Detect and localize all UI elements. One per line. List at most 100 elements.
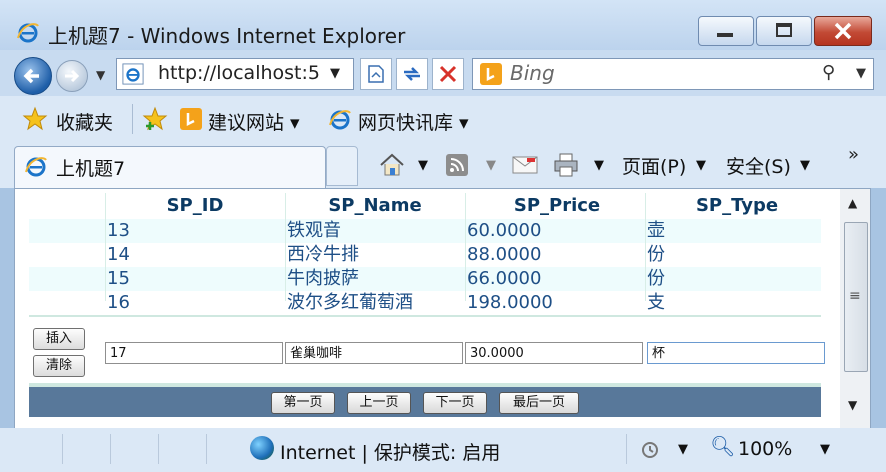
search-options-dropdown-icon[interactable]: ▼ [856,66,866,81]
refresh-button[interactable] [396,58,428,90]
stop-button[interactable] [432,58,464,90]
favorites-star-icon[interactable] [22,106,48,132]
safety-menu-dropdown-icon[interactable]: ▼ [800,158,810,173]
sp-name-input[interactable]: 雀巢咖啡 [285,342,463,364]
maximize-icon [776,23,792,37]
cell-sp-type: 份 [647,268,665,289]
cell-sp-price: 60.0000 [467,220,542,241]
column-header-sp-price: SP_Price [513,195,601,216]
protected-mode-dropdown-icon[interactable]: ▼ [678,442,688,457]
status-separator [110,434,111,464]
recent-pages-dropdown-icon[interactable]: ▼ [96,68,105,82]
column-header-sp-id: SP_ID [166,195,224,216]
clear-button[interactable]: 清除 [33,355,85,377]
sp-type-input[interactable]: 杯 [647,342,825,364]
sp-price-input[interactable]: 30.0000 [465,342,643,364]
page-content: SP_ID SP_Name SP_Price SP_Type 13 铁观音 60… [14,188,842,430]
scrollbar-grip-icon: ≡ [849,288,861,304]
column-divider [105,193,106,301]
internet-globe-icon [250,436,274,460]
protected-mode-icon[interactable] [640,438,664,462]
address-dropdown-icon[interactable]: ▼ [330,66,340,81]
web-slice-gallery-link[interactable]: 网页快讯库 ▾ [358,108,469,135]
column-divider [285,193,286,301]
cell-sp-id: 15 [107,268,130,289]
home-dropdown-icon[interactable]: ▼ [418,158,428,173]
zoom-level[interactable]: 100% [738,438,792,460]
suggested-sites-link[interactable]: 建议网站 ▾ [208,108,300,135]
favorites-button[interactable]: 收藏夹 [56,108,113,135]
cell-sp-price: 66.0000 [467,268,542,289]
status-separator [158,434,159,464]
scroll-up-arrow-icon[interactable]: ▲ [848,196,857,210]
security-zone-text[interactable]: Internet | 保护模式: 启用 [280,438,500,465]
back-button[interactable] [14,57,52,95]
next-page-button[interactable]: 下一页 [423,392,487,414]
maximize-button[interactable] [756,16,812,46]
cell-sp-price: 88.0000 [467,244,542,265]
more-commands-chevron-icon[interactable]: » [848,144,859,165]
column-divider [465,193,466,301]
tab-ie-icon [25,157,47,177]
favorites-bar: 收藏夹 建议网站 ▾ 网页快讯库 ▾ [0,96,886,142]
table-row [29,243,821,267]
ie-window: 上机题7 - Windows Internet Explorer ▼ http:… [0,0,886,472]
column-header-sp-type: SP_Type [695,195,779,216]
address-row: ▼ http://localhost:5 ▼ Bing ⚲ ▼ [0,50,886,96]
tab-command-row: 上机题7 ▼ ▼ ▼ 页面(P) ▼ 安全(S) ▼ » [0,142,886,189]
insert-button[interactable]: 插入 [33,328,85,350]
status-separator [62,434,63,464]
mail-icon[interactable] [512,156,538,174]
sp-id-input[interactable]: 17 [105,342,283,364]
cell-sp-name: 波尔多红葡萄酒 [287,292,413,313]
status-separator [626,434,627,464]
compatibility-icon [368,65,384,83]
forward-button[interactable] [56,60,88,92]
tab-title[interactable]: 上机题7 [56,154,125,181]
column-header-sp-name: SP_Name [328,195,422,216]
prev-page-button[interactable]: 上一页 [347,392,411,414]
feeds-icon[interactable] [446,154,468,176]
minimize-icon [717,33,733,37]
column-divider [645,193,646,301]
cell-sp-price: 198.0000 [467,292,553,313]
minimize-button[interactable] [698,16,754,46]
ie-logo-icon [17,23,39,43]
cell-sp-id: 13 [107,220,130,241]
cell-sp-id: 14 [107,244,130,265]
close-button[interactable] [814,16,872,46]
last-page-button[interactable]: 最后一页 [499,392,579,414]
close-icon [834,22,852,40]
window-title: 上机题7 - Windows Internet Explorer [48,24,406,48]
cell-sp-name: 西冷牛排 [287,244,359,265]
page-menu[interactable]: 页面(P) [622,152,686,179]
add-to-favorites-icon[interactable] [142,106,168,132]
cell-sp-type: 壶 [647,220,665,241]
cell-sp-type: 份 [647,244,665,265]
cell-sp-name: 牛肉披萨 [287,268,359,289]
scroll-down-arrow-icon[interactable]: ▼ [848,398,857,412]
home-icon[interactable] [378,152,406,178]
safety-menu[interactable]: 安全(S) [726,152,791,179]
status-separator [206,434,207,464]
address-url[interactable]: http://localhost:5 [158,62,328,84]
new-tab-button[interactable] [326,146,358,186]
status-bar: Internet | 保护模式: 启用 ▼ 🔍︎ 100% ▼ [0,428,886,472]
compatibility-view-button[interactable] [360,58,392,90]
title-bar: 上机题7 - Windows Internet Explorer [0,0,886,50]
cell-sp-id: 16 [107,292,130,313]
feeds-dropdown-icon[interactable]: ▼ [486,158,496,173]
search-icon[interactable]: ⚲ [822,62,835,83]
print-icon[interactable] [552,152,580,178]
back-arrow-icon [23,68,39,84]
print-dropdown-icon[interactable]: ▼ [594,158,604,173]
cell-sp-type: 支 [647,292,665,313]
zoom-icon[interactable]: 🔍︎ [710,434,735,458]
page-menu-dropdown-icon[interactable]: ▼ [696,158,706,173]
favorites-separator [132,104,133,134]
table-row [29,267,821,291]
table-row [29,291,821,315]
first-page-button[interactable]: 第一页 [271,392,335,414]
search-placeholder: Bing [510,61,555,85]
zoom-dropdown-icon[interactable]: ▼ [820,442,830,457]
